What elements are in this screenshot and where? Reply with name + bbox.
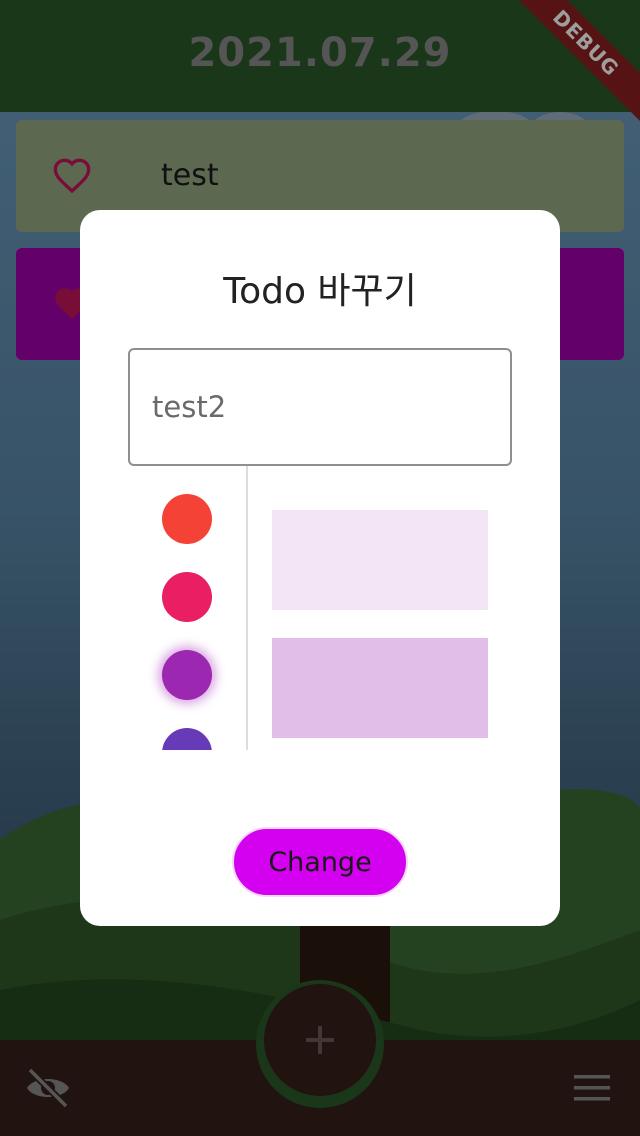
- color-picker: [128, 466, 512, 750]
- color-swatch-red[interactable]: [162, 494, 212, 544]
- shade-swatch-medium[interactable]: [272, 638, 488, 738]
- change-button[interactable]: Change: [232, 827, 408, 897]
- color-swatch-purple[interactable]: [162, 650, 212, 700]
- todo-text-input[interactable]: [128, 348, 512, 466]
- shade-swatch-light[interactable]: [272, 510, 488, 610]
- dialog-title: Todo 바꾸기: [223, 271, 417, 312]
- color-swatch-deep-purple[interactable]: [162, 728, 212, 750]
- picker-divider: [246, 466, 248, 750]
- color-swatch-pink[interactable]: [162, 572, 212, 622]
- edit-todo-dialog: Todo 바꾸기 Change: [80, 210, 560, 926]
